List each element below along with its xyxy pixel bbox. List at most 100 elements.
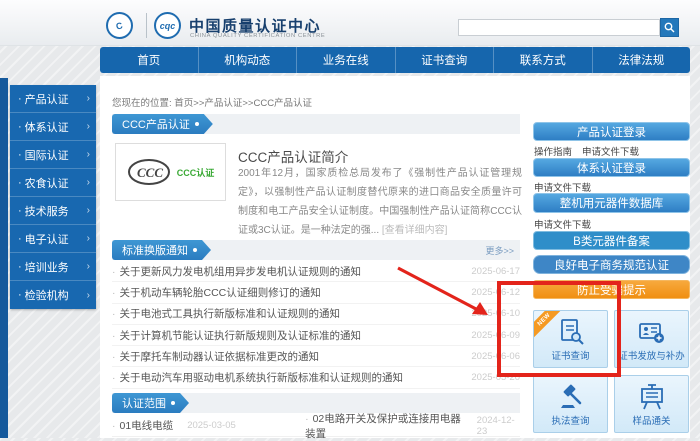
scope-date: 2024-12-23 xyxy=(476,414,515,437)
scope-link[interactable]: 02电路开关及保护或连接用电器装置 xyxy=(305,411,463,441)
bullet-icon: · xyxy=(18,148,22,161)
bullet-icon: · xyxy=(18,260,22,273)
sidebar-item-tech-service[interactable]: · 技术服务 › xyxy=(10,197,96,225)
bullet-icon: · xyxy=(18,176,22,189)
nav-item-home[interactable]: 首页 xyxy=(100,47,199,73)
cqc-logo-icon: cqc xyxy=(154,12,181,39)
chevron-right-icon: › xyxy=(86,205,90,216)
bullet-icon: · xyxy=(18,120,22,133)
notice-row: 关于更新风力发电机组用异步发电机认证规则的通知 2025-06-17 xyxy=(112,261,520,283)
sample-board-icon xyxy=(640,384,663,410)
chevron-right-icon: › xyxy=(86,177,90,188)
certificate-card-icon xyxy=(638,323,664,343)
scope-list: 01电线电缆 2025-03-05 02电路开关及保护或连接用电器装置 2024-1… xyxy=(112,413,520,440)
bullet-icon: · xyxy=(18,232,22,245)
scope-date: 2025-03-05 xyxy=(187,420,236,431)
intro-text: 2001年12月，国家质检总局发布了《强制性产品认证管理规定》，以强制性产品认证… xyxy=(238,168,522,236)
section-header-notices: 标准换版通知 更多>> xyxy=(112,240,520,260)
ccc-mark-label: CCC认证 xyxy=(176,167,215,178)
product-cert-login-button[interactable]: 产品认证登录 xyxy=(533,122,690,141)
nav-item-cert-query[interactable]: 证书查询 xyxy=(396,47,494,73)
chevron-right-icon: › xyxy=(86,93,90,104)
b-class-component-button[interactable]: B类元器件备案 xyxy=(533,231,690,250)
section-label: 标准换版通知 xyxy=(112,240,211,260)
quick-links-row: 申请文件下载 xyxy=(534,217,690,231)
sidebar-item-agrifood-cert[interactable]: · 农食认证 › xyxy=(10,169,96,197)
chevron-right-icon: › xyxy=(86,289,90,301)
brand-subtitle: CHINA QUALITY CERTIFICATION CENTRE xyxy=(190,33,326,39)
notice-link[interactable]: 关于更新风力发电机组用异步发电机认证规则的通知 xyxy=(112,264,362,279)
component-database-button[interactable]: 整机用元器件数据库 xyxy=(533,193,690,213)
application-download-link[interactable]: 申请文件下载 xyxy=(582,144,639,158)
chevron-right-icon: › xyxy=(86,121,90,132)
dot-icon xyxy=(195,122,199,126)
notice-row: 关于机动车辆轮胎CCC认证细则修订的通知2025-06-12 xyxy=(112,282,520,304)
notice-row: 关于电池式工具执行新版标准和认证规则的通知2025-06-10 xyxy=(112,304,520,325)
breadcrumb: 您现在的位置: 首页>>产品认证>>CCC产品认证 xyxy=(112,98,313,109)
notice-list: 关于更新风力发电机组用异步发电机认证规则的通知 2025-06-17 关于机动车辆… xyxy=(112,261,520,389)
notice-link[interactable]: 关于电池式工具执行新版标准和认证规则的通知 xyxy=(112,306,341,321)
nav-item-online[interactable]: 业务在线 xyxy=(297,47,396,73)
notice-link[interactable]: 关于机动车辆轮胎CCC认证细则修订的通知 xyxy=(112,285,321,300)
tile-certificate-issue[interactable]: 证书发放与补办 xyxy=(614,310,689,368)
dot-icon xyxy=(171,401,175,405)
chevron-right-icon: › xyxy=(86,149,90,160)
main-nav: 首页 机构动态 业务在线 证书查询 联系方式 法律法规 xyxy=(100,47,690,73)
more-link[interactable]: 更多>> xyxy=(485,244,514,257)
notice-row: 关于摩托车制动器认证依据标准更改的通知2025-06-06 xyxy=(112,346,520,368)
sidebar-menu: · 产品认证 › · 体系认证 › · 国际认证 › · 农食认证 › · 技术服务 › · 电子认证… xyxy=(10,85,96,309)
operation-guide-link[interactable]: 操作指南 xyxy=(534,144,572,158)
ccc-mark-image: CCC CCC认证 xyxy=(115,143,226,201)
sidebar-item-system-cert[interactable]: · 体系认证 › xyxy=(10,113,96,141)
tile-label: 执法查询 xyxy=(551,416,590,427)
sidebar-item-product-cert[interactable]: · 产品认证 › xyxy=(10,85,96,113)
intro-title: CCC产品认证简介 xyxy=(238,150,349,165)
sidebar-item-intl-cert[interactable]: · 国际认证 › xyxy=(10,141,96,169)
read-more-link[interactable]: [查看详细内容] xyxy=(382,225,448,236)
bullet-icon: · xyxy=(18,92,22,105)
application-download-link[interactable]: 申请文件下载 xyxy=(534,217,591,231)
search-icon xyxy=(664,22,675,33)
sidebar-item-ecert[interactable]: · 电子认证 › xyxy=(10,225,96,253)
sidebar-item-training[interactable]: · 培训业务 › xyxy=(10,253,96,281)
cnca-logo-icon: C xyxy=(106,12,133,39)
notice-date: 2025-06-17 xyxy=(471,265,520,277)
bullet-icon: · xyxy=(18,289,22,301)
tile-enforcement-query[interactable]: 执法查询 xyxy=(533,375,608,433)
system-cert-login-button[interactable]: 体系认证登录 xyxy=(533,158,690,177)
gavel-icon xyxy=(560,384,581,408)
nav-item-news[interactable]: 机构动态 xyxy=(199,47,297,73)
notice-link[interactable]: 关于摩托车制动器认证依据标准更改的通知 xyxy=(112,349,320,364)
section-label: CCC产品认证 xyxy=(112,114,213,134)
ccc-logo-icon: CCC xyxy=(127,159,170,185)
notice-row: 关于电动汽车用驱动电机系统执行新版标准和认证规则的通知2025-05-20 xyxy=(112,367,520,389)
sidebar-item-inspection[interactable]: · 检验机构 › xyxy=(10,281,96,309)
nav-item-contact[interactable]: 联系方式 xyxy=(494,47,593,73)
scope-link[interactable]: 01电线电缆 xyxy=(112,418,174,433)
svg-text:CCC: CCC xyxy=(137,165,163,180)
logo-divider xyxy=(146,13,147,38)
section-label: 认证范围 xyxy=(112,393,189,413)
notice-link[interactable]: 关于计算机节能认证执行新版规则及认证标准的通知 xyxy=(112,328,362,343)
bullet-icon: · xyxy=(18,204,22,217)
scope-item: 01电线电缆 2025-03-05 xyxy=(112,418,305,433)
left-edge-strip xyxy=(0,78,8,438)
tile-sample-clearance[interactable]: 样品通关 xyxy=(614,375,689,433)
notice-row: 关于计算机节能认证执行新版规则及认证标准的通知2025-06-09 xyxy=(112,325,520,347)
quick-links-row: 操作指南 申请文件下载 xyxy=(534,144,690,158)
search-button[interactable] xyxy=(660,18,679,37)
annotation-highlight-box xyxy=(497,281,621,377)
ecommerce-cert-button[interactable]: 良好电子商务规范认证 xyxy=(533,255,690,274)
notice-link[interactable]: 关于电动汽车用驱动电机系统执行新版标准和认证规则的通知 xyxy=(112,370,404,385)
chevron-right-icon: › xyxy=(86,233,90,244)
application-download-link[interactable]: 申请文件下载 xyxy=(534,180,591,194)
dot-icon xyxy=(193,248,197,252)
tile-label: 样品通关 xyxy=(632,416,671,427)
search-input[interactable] xyxy=(458,19,660,36)
section-header-ccc: CCC产品认证 xyxy=(112,114,520,134)
chevron-right-icon: › xyxy=(86,261,90,272)
nav-item-law[interactable]: 法律法规 xyxy=(593,47,691,73)
scope-item: 02电路开关及保护或连接用电器装置 2024-12-23 xyxy=(305,411,520,441)
quick-links-row: 申请文件下载 xyxy=(534,180,690,194)
tile-label: 证书发放与补办 xyxy=(618,351,685,362)
